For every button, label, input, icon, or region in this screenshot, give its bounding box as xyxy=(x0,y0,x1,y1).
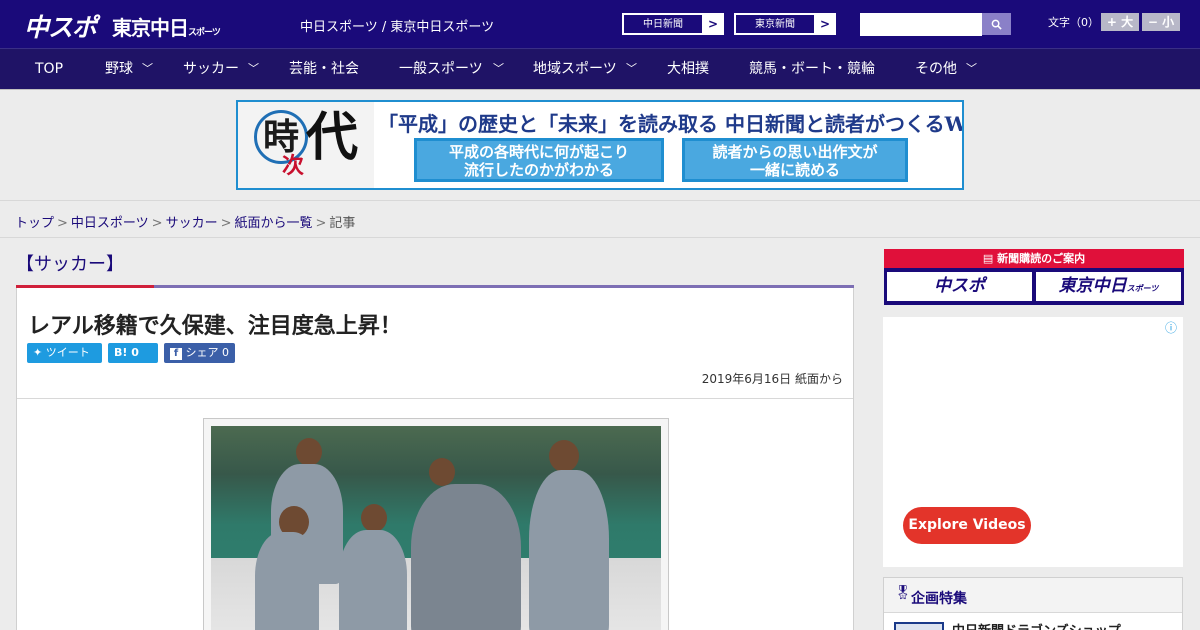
tokyo-shimbun-link[interactable]: 東京新聞 > xyxy=(734,13,836,35)
ad-info-icon[interactable]: ⓘ xyxy=(1165,319,1177,336)
banner-box-history-line1: 平成の各時代に何が起こり xyxy=(448,143,629,161)
facebook-icon: f xyxy=(170,348,182,360)
breadcrumb-separator: > xyxy=(315,216,327,231)
dragons-shop-thumbnail[interactable] xyxy=(894,622,944,630)
ribbon-icon: 🎖 xyxy=(894,585,912,601)
subscription-guide: ▤ 新聞購読のご案内 中スポ 東京中日スポーツ xyxy=(884,249,1184,305)
chuspo-logo[interactable]: 中スポ xyxy=(24,8,97,44)
breadcrumb-chunichi-sports[interactable]: 中日スポーツ xyxy=(71,216,149,231)
search-input[interactable] xyxy=(860,14,982,36)
jijidai-banner[interactable]: 時 次 代 「平成」の歴史と「未来」を読み取る 中日新聞と読者がつくるWebサイ… xyxy=(236,100,964,190)
text-size-up-button[interactable]: + 大 xyxy=(1101,13,1139,31)
subscribe-tokyo-chunichi-suffix: スポーツ xyxy=(1126,284,1159,293)
twitter-bird-icon: ✦ xyxy=(33,346,43,359)
dragons-shop-link[interactable]: 中日新聞ドラゴンズショップ xyxy=(952,620,1121,630)
breadcrumb-separator: > xyxy=(151,216,163,231)
nav-item-other[interactable]: その他 xyxy=(915,49,957,90)
breadcrumb-current: 記事 xyxy=(329,216,356,231)
banner-box-history-line2: 流行したのかがわかる xyxy=(463,161,614,179)
chevron-down-icon: ﹀ xyxy=(966,62,977,75)
top-header: 中スポ 東京中日スポーツ 中日スポーツ / 東京中日スポーツ 中日新聞 > 東京… xyxy=(0,0,1200,48)
tweet-label: ツイート xyxy=(45,346,90,359)
search-box xyxy=(860,13,1011,36)
text-size-down-button[interactable]: − 小 xyxy=(1142,13,1180,31)
banner-box-memories-line1: 読者からの思い出作文が xyxy=(712,143,878,161)
nav-item-racing[interactable]: 競馬・ボート・競輪 xyxy=(749,49,875,90)
chevron-down-icon: ﹀ xyxy=(142,62,153,75)
tweet-button[interactable]: ✦ ツイート xyxy=(27,343,102,363)
chunichi-shimbun-link[interactable]: 中日新聞 > xyxy=(622,13,724,35)
subscribe-tokyo-chunichi-text: 東京中日 xyxy=(1058,276,1127,296)
nav-divider xyxy=(0,89,1200,90)
banner-box-history: 平成の各時代に何が起こり 流行したのかがわかる xyxy=(414,138,664,182)
banner-logo-area: 時 次 代 xyxy=(238,102,374,188)
tokyo-chunichi-logo-suffix: スポーツ xyxy=(188,28,221,38)
article-divider xyxy=(17,398,853,399)
nav-item-local-sports[interactable]: 地域スポーツ xyxy=(533,49,617,90)
chunichi-shimbun-label: 中日新聞 xyxy=(623,14,703,34)
breadcrumb: トップ > 中日スポーツ > サッカー > 紙面から一覧 > 記事 xyxy=(15,212,355,231)
special-features-header: 🎖 企画特集 xyxy=(884,578,1182,613)
chevron-right-icon: > xyxy=(707,17,719,31)
breadcrumb-soccer[interactable]: サッカー xyxy=(166,216,218,231)
nav-item-sumo[interactable]: 大相撲 xyxy=(667,49,709,90)
tokyo-chunichi-logo[interactable]: 東京中日スポーツ xyxy=(112,12,221,41)
facebook-share-button[interactable]: f シェア 0 xyxy=(164,343,235,363)
category-heading: 【サッカー】 xyxy=(16,254,124,275)
explore-videos-button[interactable]: Explore Videos xyxy=(903,507,1031,544)
tokyo-chunichi-logo-text: 東京中日 xyxy=(112,16,189,40)
breadcrumb-separator: > xyxy=(220,216,232,231)
subscribe-chuspo-link[interactable]: 中スポ xyxy=(887,272,1032,301)
newspaper-icon: ▤ xyxy=(982,252,994,265)
tokyo-shimbun-label: 東京新聞 xyxy=(735,14,815,34)
subscribe-tokyo-chunichi-link[interactable]: 東京中日スポーツ xyxy=(1036,272,1181,301)
chevron-right-icon: > xyxy=(819,17,831,31)
breadcrumb-paper-list[interactable]: 紙面から一覧 xyxy=(235,216,313,231)
nav-item-soccer[interactable]: サッカー xyxy=(183,49,239,90)
nav-item-top[interactable]: TOP xyxy=(35,49,63,90)
nav-item-general-sports[interactable]: 一般スポーツ xyxy=(399,49,483,90)
chevron-down-icon: ﹀ xyxy=(248,62,259,75)
banner-char-dai: 代 xyxy=(306,107,359,168)
banner-headline: 「平成」の歴史と「未来」を読み取る 中日新聞と読者がつくるWebサイト xyxy=(378,112,964,136)
subscription-header: ▤ 新聞購読のご案内 xyxy=(884,249,1184,268)
special-features: 🎖 企画特集 中日新聞ドラゴンズショップ xyxy=(883,577,1183,630)
facebook-share-label: シェア 0 xyxy=(185,346,230,359)
article-photo-frame xyxy=(203,418,669,630)
subscription-header-label: 新聞購読のご案内 xyxy=(997,252,1086,265)
chevron-down-icon: ﹀ xyxy=(626,62,637,75)
article-title: レアル移籍で久保建、注目度急上昇！ xyxy=(28,314,402,339)
site-name: 中日スポーツ / 東京中日スポーツ xyxy=(300,20,495,35)
search-icon xyxy=(991,19,1002,30)
article-card: レアル移籍で久保建、注目度急上昇！ ✦ ツイート B! 0 f シェア 0 20… xyxy=(16,288,854,630)
article-photo[interactable] xyxy=(211,426,661,630)
banner-box-memories: 読者からの思い出作文が 一緒に読める xyxy=(682,138,908,182)
text-size-label: 文字（0） xyxy=(1048,16,1099,29)
chevron-down-icon: ﹀ xyxy=(493,62,504,75)
breadcrumb-separator: > xyxy=(57,216,68,231)
nav-item-baseball[interactable]: 野球 xyxy=(105,49,133,90)
banner-box-memories-line2: 一緒に読める xyxy=(749,161,840,179)
breadcrumb-top[interactable]: トップ xyxy=(15,216,54,231)
ad-slot: ⓘ Explore Videos xyxy=(883,317,1183,567)
article-date: 2019年6月16日 紙面から xyxy=(701,372,843,386)
search-button[interactable] xyxy=(982,13,1011,35)
special-features-title: 企画特集 xyxy=(911,591,967,607)
main-nav: TOP 野球 ﹀ サッカー ﹀ 芸能・社会 一般スポーツ ﹀ 地域スポーツ ﹀ … xyxy=(0,48,1200,89)
nav-item-entertainment[interactable]: 芸能・社会 xyxy=(289,49,359,90)
breadcrumb-bar: トップ > 中日スポーツ > サッカー > 紙面から一覧 > 記事 xyxy=(0,200,1200,238)
hatena-bookmark-button[interactable]: B! 0 xyxy=(108,343,158,363)
banner-char-ji-small: 次 xyxy=(282,153,305,179)
